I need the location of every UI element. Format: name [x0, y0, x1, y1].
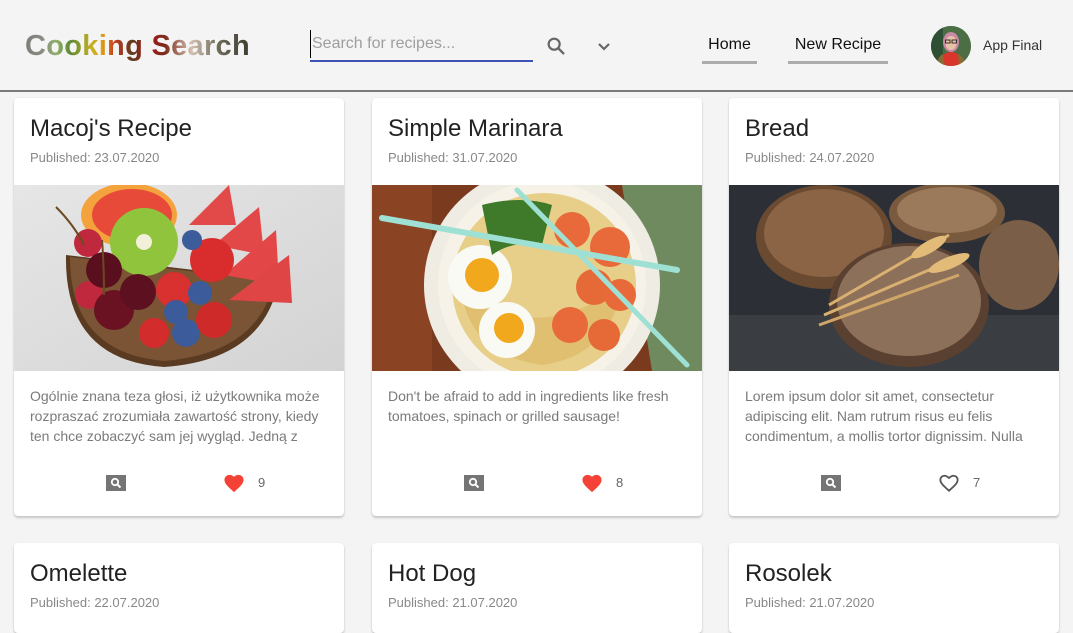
recipe-card[interactable]: Omelette Published: 22.07.2020 [14, 543, 344, 633]
view-recipe-button[interactable] [464, 475, 484, 491]
view-recipe-button[interactable] [106, 475, 126, 491]
nav-home[interactable]: Home [702, 30, 757, 64]
recipe-date: Published: 21.07.2020 [745, 595, 875, 610]
search-input[interactable] [310, 30, 533, 58]
recipe-card[interactable]: Bread Published: 24.07.2020 Lorem ipsum … [729, 98, 1059, 516]
search-icon [468, 477, 480, 489]
recipe-title[interactable]: Rosolek [745, 560, 832, 588]
heart-filled-icon [224, 474, 244, 493]
recipe-description: Lorem ipsum dolor sit amet, consectetur … [745, 388, 1023, 444]
search-button[interactable] [542, 32, 570, 60]
search-field[interactable] [310, 30, 533, 62]
app-header: Cooking Search Home New Recipe App Final [0, 0, 1073, 92]
expand-search-button[interactable] [590, 32, 618, 60]
recipe-title[interactable]: Bread [745, 115, 809, 143]
like-count: 9 [258, 475, 266, 490]
recipe-title[interactable]: Hot Dog [388, 560, 476, 588]
recipe-card[interactable]: Rosolek Published: 21.07.2020 [729, 543, 1059, 633]
search-icon [547, 37, 565, 55]
user-photo [931, 26, 971, 66]
recipe-image[interactable] [14, 185, 344, 371]
user-name[interactable]: App Final [983, 37, 1042, 53]
app-logo[interactable]: Cooking Search [25, 30, 250, 63]
recipe-card[interactable]: Hot Dog Published: 21.07.2020 [372, 543, 702, 633]
search-icon [825, 477, 837, 489]
recipe-date: Published: 31.07.2020 [388, 150, 518, 165]
recipe-date: Published: 23.07.2020 [30, 150, 160, 165]
view-recipe-button[interactable] [821, 475, 841, 491]
heart-outline-icon [939, 474, 959, 492]
chevron-down-icon [598, 43, 610, 51]
like-count: 8 [616, 475, 624, 490]
like-button[interactable] [581, 472, 603, 494]
like-button[interactable] [223, 472, 245, 494]
nav-new-recipe[interactable]: New Recipe [788, 30, 888, 64]
fruit-bowl-image [14, 185, 344, 371]
recipe-image[interactable] [372, 185, 702, 371]
recipe-description: Don't be afraid to add in ingredients li… [388, 388, 669, 424]
recipe-card[interactable]: Macoj's Recipe Published: 23.07.2020 Ogó… [14, 98, 344, 516]
ramen-bowl-image [372, 185, 702, 371]
recipe-title[interactable]: Simple Marinara [388, 115, 563, 143]
recipe-image[interactable] [729, 185, 1059, 371]
bread-loaves-image [729, 185, 1059, 371]
like-count: 7 [973, 475, 981, 490]
recipe-card[interactable]: Simple Marinara Published: 31.07.2020 Do [372, 98, 702, 516]
like-button[interactable] [938, 472, 960, 494]
recipe-date: Published: 21.07.2020 [388, 595, 518, 610]
avatar[interactable] [931, 26, 971, 66]
recipe-date: Published: 22.07.2020 [30, 595, 160, 610]
search-icon [110, 477, 122, 489]
recipe-title[interactable]: Macoj's Recipe [30, 115, 192, 143]
recipe-date: Published: 24.07.2020 [745, 150, 875, 165]
recipe-title[interactable]: Omelette [30, 560, 127, 588]
recipe-description: Ogólnie znana teza głosi, iż użytkownika… [30, 388, 320, 444]
heart-filled-icon [582, 474, 602, 493]
